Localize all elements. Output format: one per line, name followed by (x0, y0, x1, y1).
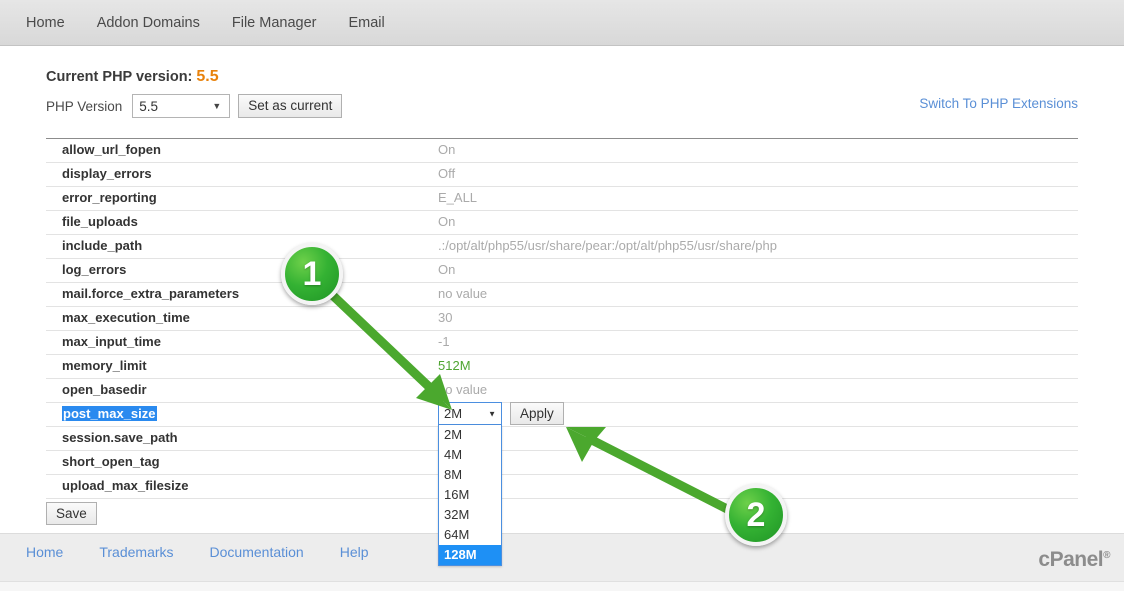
setting-value: On (438, 142, 456, 157)
switch-to-php-extensions-link[interactable]: Switch To PHP Extensions (919, 96, 1078, 111)
table-row[interactable]: file_uploads On (46, 211, 1078, 235)
apply-button[interactable]: Apply (510, 402, 564, 425)
table-row[interactable]: memory_limit 512M (46, 355, 1078, 379)
registered-trademark-icon: ® (1103, 550, 1110, 561)
setting-name: file_uploads (62, 214, 138, 229)
nav-item-home[interactable]: Home (10, 0, 81, 46)
set-as-current-button[interactable]: Set as current (238, 94, 343, 118)
table-row[interactable]: log_errors On (46, 259, 1078, 283)
footer-link-trademarks[interactable]: Trademarks (81, 544, 191, 560)
php-version-row: PHP Version 5.5 ▼ Set as current (46, 94, 343, 118)
setting-name: memory_limit (62, 358, 147, 373)
table-row[interactable]: upload_max_filesize (46, 475, 1078, 499)
footer-bar: Home Trademarks Documentation Help cPane… (0, 533, 1124, 591)
table-row[interactable]: display_errors Off (46, 163, 1078, 187)
option-128m[interactable]: 128M (439, 545, 501, 565)
option-16m[interactable]: 16M (439, 485, 501, 505)
setting-name: max_execution_time (62, 310, 190, 325)
setting-name: error_reporting (62, 190, 157, 205)
php-version-select-value: 5.5 (139, 98, 159, 114)
nav-item-addon-domains[interactable]: Addon Domains (81, 0, 216, 46)
table-row[interactable]: max_input_time -1 (46, 331, 1078, 355)
option-64m[interactable]: 64M (439, 525, 501, 545)
post-max-size-editor: 2M ▼ Apply (438, 402, 564, 425)
setting-name: allow_url_fopen (62, 142, 161, 157)
setting-name: log_errors (62, 262, 127, 277)
top-nav-list: Home Addon Domains File Manager Email (0, 0, 1124, 46)
setting-name: max_input_time (62, 334, 161, 349)
setting-value: 30 (438, 310, 453, 325)
top-navigation-bar: Home Addon Domains File Manager Email (0, 0, 1124, 46)
setting-value: no value (438, 286, 488, 301)
current-php-version: Current PHP version: 5.5 (46, 68, 219, 86)
option-32m[interactable]: 32M (439, 505, 501, 525)
option-2m[interactable]: 2M (439, 425, 501, 445)
table-row[interactable]: open_basedir no value (46, 379, 1078, 403)
table-row[interactable]: allow_url_fopen On (46, 139, 1078, 163)
setting-value: Off (438, 166, 456, 181)
setting-value: .:/opt/alt/php55/usr/share/pear:/opt/alt… (438, 238, 777, 253)
cpanel-logo-text: cPanel (1038, 548, 1104, 571)
setting-name: short_open_tag (62, 454, 160, 469)
table-row[interactable]: mail.force_extra_parameters no value (46, 283, 1078, 307)
current-php-version-value: 5.5 (196, 68, 219, 85)
footer-link-help[interactable]: Help (322, 544, 387, 560)
chevron-down-icon: ▼ (488, 409, 496, 418)
setting-value: 512M (438, 358, 471, 373)
setting-value: E_ALL (438, 190, 478, 205)
cpanel-logo: cPanel® (1038, 548, 1110, 572)
current-php-version-label: Current PHP version: (46, 69, 193, 85)
table-row[interactable]: short_open_tag (46, 451, 1078, 475)
post-max-size-select[interactable]: 2M ▼ (438, 402, 502, 425)
save-button[interactable]: Save (46, 502, 97, 525)
option-8m[interactable]: 8M (439, 465, 501, 485)
main-content: Current PHP version: 5.5 PHP Version 5.5 … (0, 46, 1124, 566)
setting-value: no value (438, 382, 488, 397)
table-row[interactable]: include_path .:/opt/alt/php55/usr/share/… (46, 235, 1078, 259)
php-version-label: PHP Version (46, 98, 123, 114)
setting-value: -1 (438, 334, 450, 349)
setting-value: On (438, 214, 456, 229)
setting-name: include_path (62, 238, 143, 253)
table-row[interactable]: session.save_path (46, 427, 1078, 451)
php-version-select[interactable]: 5.5 ▼ (132, 94, 231, 118)
setting-name-selected: post_max_size (62, 406, 157, 421)
table-row[interactable]: max_execution_time 30 (46, 307, 1078, 331)
nav-item-file-manager[interactable]: File Manager (216, 0, 333, 46)
setting-name: upload_max_filesize (62, 478, 189, 493)
option-4m[interactable]: 4M (439, 445, 501, 465)
table-row[interactable]: error_reporting E_ALL (46, 187, 1078, 211)
post-max-size-option-list[interactable]: 2M 4M 8M 16M 32M 64M 128M (438, 425, 502, 566)
setting-name: display_errors (62, 166, 152, 181)
footer-bottom-strip (0, 581, 1124, 591)
setting-name: session.save_path (62, 430, 178, 445)
setting-value: On (438, 262, 456, 277)
post-max-size-select-value: 2M (444, 406, 463, 421)
footer-links: Home Trademarks Documentation Help (8, 544, 387, 560)
footer-link-home[interactable]: Home (8, 544, 81, 560)
setting-name: open_basedir (62, 382, 147, 397)
setting-name: mail.force_extra_parameters (62, 286, 240, 301)
chevron-down-icon: ▼ (212, 101, 222, 111)
footer-link-documentation[interactable]: Documentation (192, 544, 322, 560)
nav-item-email[interactable]: Email (332, 0, 400, 46)
table-row-post-max-size[interactable]: post_max_size 2M ▼ Apply 2M 4M 8M 16M 32… (46, 402, 1078, 566)
php-settings-table: allow_url_fopen On display_errors Off er… (46, 138, 1078, 566)
